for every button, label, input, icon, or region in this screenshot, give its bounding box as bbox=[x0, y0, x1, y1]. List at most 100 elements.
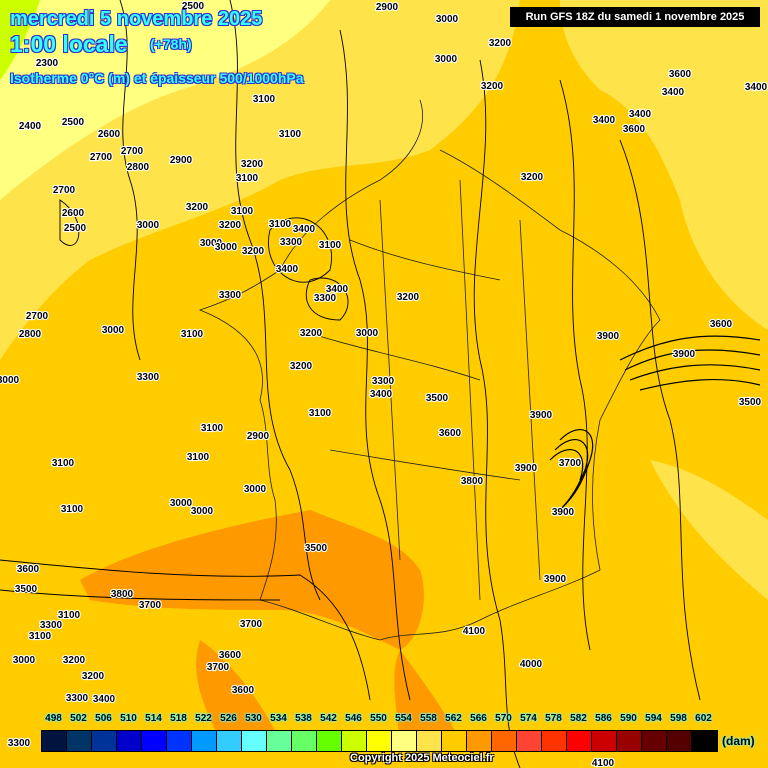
contour-label: 2900 bbox=[247, 431, 270, 442]
legend-label: 554 bbox=[395, 713, 412, 724]
contour-label: 3600 bbox=[710, 319, 733, 330]
contour-label: 3200 bbox=[63, 655, 86, 666]
legend-swatch bbox=[267, 731, 292, 751]
contour-label: 3100 bbox=[309, 408, 332, 419]
legend-label: 510 bbox=[120, 713, 137, 724]
legend-label: 558 bbox=[420, 713, 437, 724]
contour-label: 3900 bbox=[673, 349, 696, 360]
contour-label: 3000 bbox=[102, 325, 125, 336]
contour-label: 3700 bbox=[139, 600, 162, 611]
contour-label: 3300 bbox=[372, 376, 395, 387]
legend-label: 538 bbox=[295, 713, 312, 724]
contour-label: 3400 bbox=[593, 115, 616, 126]
legend-label: 578 bbox=[545, 713, 562, 724]
legend-label: 530 bbox=[245, 713, 262, 724]
contour-label: 2700 bbox=[53, 185, 76, 196]
legend-swatch bbox=[292, 731, 317, 751]
contour-label: 3400 bbox=[629, 109, 652, 120]
contour-label: 3400 bbox=[370, 389, 393, 400]
legend-label: 514 bbox=[145, 713, 162, 724]
contour-label: 3900 bbox=[515, 463, 538, 474]
legend-label: 506 bbox=[95, 713, 112, 724]
contour-label: 3100 bbox=[52, 458, 75, 469]
legend-label: 590 bbox=[620, 713, 637, 724]
legend-label: 550 bbox=[370, 713, 387, 724]
contour-label: 2800 bbox=[19, 329, 42, 340]
legend-labels: 498 502 506 510 514 518 522 526 530 534 538 542 546 5… bbox=[41, 713, 716, 724]
legend-swatch bbox=[517, 731, 542, 751]
contour-label: 3000 bbox=[215, 242, 238, 253]
contour-label: 2600 bbox=[62, 208, 85, 219]
legend-label: 574 bbox=[520, 713, 537, 724]
contour-label: 3400 bbox=[276, 264, 299, 275]
legend-swatch bbox=[367, 731, 392, 751]
legend-swatch bbox=[92, 731, 117, 751]
legend-label: 518 bbox=[170, 713, 187, 724]
contour-label: 3400 bbox=[93, 694, 116, 705]
contour-label: 3400 bbox=[662, 87, 685, 98]
contour-label: 3100 bbox=[201, 423, 224, 434]
forecast-time: 1:00 locale bbox=[10, 31, 128, 57]
contour-label: 3900 bbox=[597, 331, 620, 342]
legend-swatch bbox=[667, 731, 692, 751]
contour-label: 2800 bbox=[127, 162, 150, 173]
contour-label: 3000 bbox=[436, 14, 459, 25]
legend-swatch bbox=[567, 731, 592, 751]
contour-label: 3600 bbox=[623, 124, 646, 135]
contour-label: 3000 bbox=[244, 484, 267, 495]
legend-swatch bbox=[692, 731, 717, 751]
contour-label: 3200 bbox=[82, 671, 105, 682]
contour-label: 3200 bbox=[290, 361, 313, 372]
contour-label: 3200 bbox=[489, 38, 512, 49]
contour-label: 3000 bbox=[356, 328, 379, 339]
contour-label: 3400 bbox=[293, 224, 316, 235]
parameter-title: Isotherme 0°C (m) et épaisseur 500/1000h… bbox=[10, 70, 304, 86]
copyright: Copyright 2025 Meteociel.fr bbox=[350, 752, 494, 764]
color-scale-legend bbox=[41, 730, 718, 752]
legend-swatch bbox=[192, 731, 217, 751]
contour-label: 3100 bbox=[58, 610, 81, 621]
contour-label: 3400 bbox=[745, 82, 768, 93]
legend-swatch bbox=[167, 731, 192, 751]
forecast-lead-time: (+78h) bbox=[150, 36, 192, 52]
legend-label: 534 bbox=[270, 713, 287, 724]
contour-label: 3000 bbox=[170, 498, 193, 509]
model-run-label: Run GFS 18Z du samedi 1 novembre 2025 bbox=[510, 7, 760, 27]
contour-label: 3100 bbox=[61, 504, 84, 515]
contour-label: 3200 bbox=[300, 328, 323, 339]
contour-label: 2300 bbox=[36, 58, 59, 69]
legend-label: 570 bbox=[495, 713, 512, 724]
contour-label: 3300 bbox=[280, 237, 303, 248]
contour-label: 3800 bbox=[461, 476, 484, 487]
contour-label: 3300 bbox=[219, 290, 242, 301]
contour-label: 2700 bbox=[26, 311, 49, 322]
legend-label: 562 bbox=[445, 713, 462, 724]
contour-label: 3200 bbox=[241, 159, 264, 170]
contour-label: 3000 bbox=[0, 375, 20, 386]
contour-label: 3200 bbox=[242, 246, 265, 257]
legend-label: 522 bbox=[195, 713, 212, 724]
contour-label: 4100 bbox=[592, 758, 615, 768]
legend-label: 526 bbox=[220, 713, 237, 724]
contour-label: 3200 bbox=[219, 220, 242, 231]
contour-label: 3000 bbox=[13, 655, 36, 666]
contour-label: 3600 bbox=[232, 685, 255, 696]
contour-label: 3200 bbox=[397, 292, 420, 303]
contour-label: 3600 bbox=[439, 428, 462, 439]
contour-label: 3100 bbox=[253, 94, 276, 105]
contour-label: 3600 bbox=[669, 69, 692, 80]
weather-map: 2500 2900 3000 3200 3000 3600 3400 2300 … bbox=[0, 0, 768, 768]
legend-swatch bbox=[217, 731, 242, 751]
legend-label: 498 bbox=[45, 713, 62, 724]
legend-label: 502 bbox=[70, 713, 87, 724]
contour-label: 3700 bbox=[559, 458, 582, 469]
contour-label: 3100 bbox=[236, 173, 259, 184]
legend-swatch bbox=[67, 731, 92, 751]
contour-label: 2900 bbox=[170, 155, 193, 166]
legend-label: 582 bbox=[570, 713, 587, 724]
legend-label: 542 bbox=[320, 713, 337, 724]
contour-label: 3300 bbox=[40, 620, 63, 631]
contour-label: 3000 bbox=[435, 54, 458, 65]
contour-label: 3100 bbox=[279, 129, 302, 140]
contour-label: 2700 bbox=[121, 146, 144, 157]
